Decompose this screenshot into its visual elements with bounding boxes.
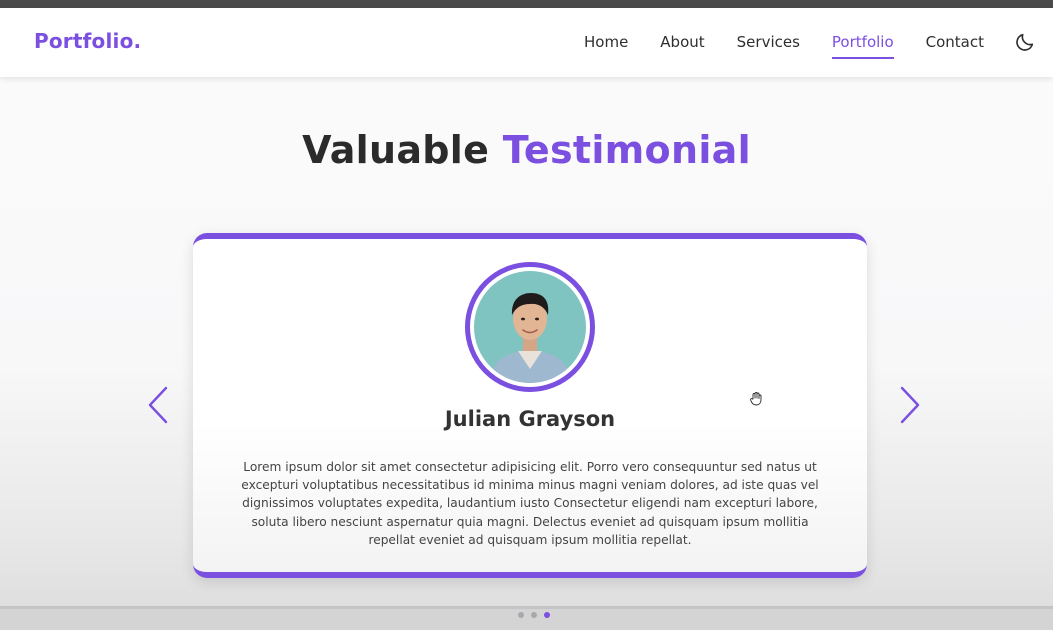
chevron-right-icon[interactable] (897, 385, 923, 425)
site-header: Portfolio. Home About Services Portfolio… (0, 8, 1053, 77)
title-accent: Testimonial (502, 128, 751, 172)
title-plain: Valuable (302, 128, 490, 172)
bottom-bar (0, 606, 1053, 630)
nav-services[interactable]: Services (737, 32, 800, 52)
nav-about[interactable]: About (660, 32, 704, 52)
testimonial-text: Lorem ipsum dolor sit amet consectetur a… (241, 460, 819, 547)
carousel-dot-2[interactable] (531, 612, 537, 618)
testimonial-name: Julian Grayson (444, 407, 616, 431)
testimonial-card: Julian Grayson Lorem ipsum dolor sit ame… (193, 233, 867, 578)
person-avatar (474, 271, 586, 383)
browser-top-strip (0, 0, 1053, 8)
hand-cursor-icon (748, 390, 764, 406)
nav-home[interactable]: Home (584, 32, 628, 52)
section-title: Valuable Testimonial (0, 128, 1053, 172)
main-nav: Home About Services Portfolio Contact (584, 32, 1016, 59)
carousel-dot-3[interactable] (544, 612, 550, 618)
chevron-left-icon[interactable] (145, 385, 171, 425)
site-logo[interactable]: Portfolio. (34, 29, 141, 53)
moon-icon[interactable] (1014, 31, 1036, 53)
nav-contact[interactable]: Contact (926, 32, 984, 52)
avatar (465, 262, 595, 392)
carousel-dots (518, 612, 550, 618)
nav-portfolio[interactable]: Portfolio (831, 32, 894, 59)
carousel-dot-1[interactable] (518, 612, 524, 618)
